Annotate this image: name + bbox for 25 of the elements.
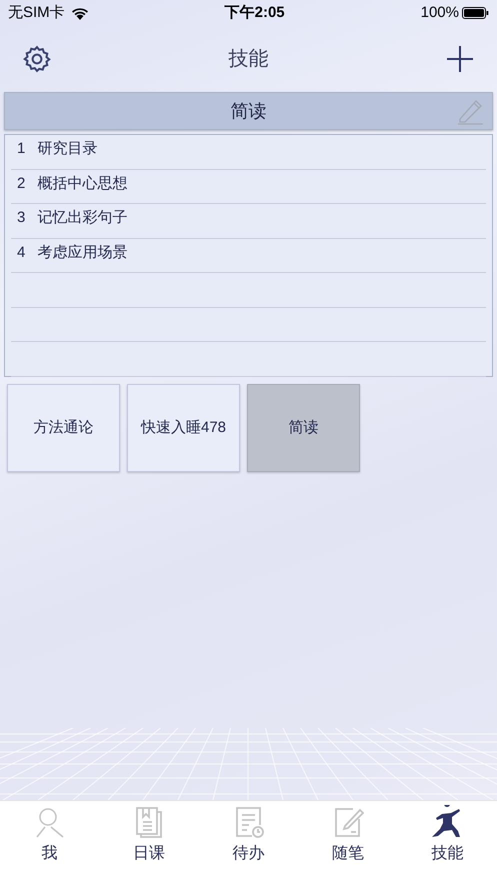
tab-item[interactable]: 日课 [99, 801, 199, 883]
tab-item[interactable]: 待办 [198, 801, 298, 883]
clock-text: 下午2:05 [224, 2, 285, 23]
tab-item[interactable]: 随笔 [298, 801, 398, 883]
step-number: 2 [16, 174, 26, 194]
wifi-icon [70, 6, 89, 20]
step-number: 4 [16, 242, 26, 262]
step-text: 记忆出彩句子 [37, 208, 128, 228]
step-text: 研究目录 [37, 139, 98, 159]
add-icon [446, 45, 474, 73]
skill-tile[interactable]: 方法通论 [7, 384, 120, 472]
step-text: 考虑应用场景 [37, 242, 128, 262]
carrier-text: 无SIM卡 [8, 2, 65, 23]
step-number: 1 [16, 139, 26, 159]
battery-text: 100% [420, 2, 459, 23]
tab-item[interactable]: 我 [0, 801, 100, 883]
settings-icon [22, 44, 52, 74]
skill-tile[interactable]: 简读 [247, 384, 360, 472]
header-title: 简读 [230, 100, 266, 122]
page-title: 技能 [228, 47, 268, 72]
tab-item[interactable]: 技能 [398, 801, 497, 883]
skill-tile[interactable]: 快速入睡478 [127, 384, 240, 472]
step-number: 3 [16, 208, 26, 228]
battery-icon [462, 7, 489, 19]
step-text: 概括中心思想 [37, 174, 128, 194]
